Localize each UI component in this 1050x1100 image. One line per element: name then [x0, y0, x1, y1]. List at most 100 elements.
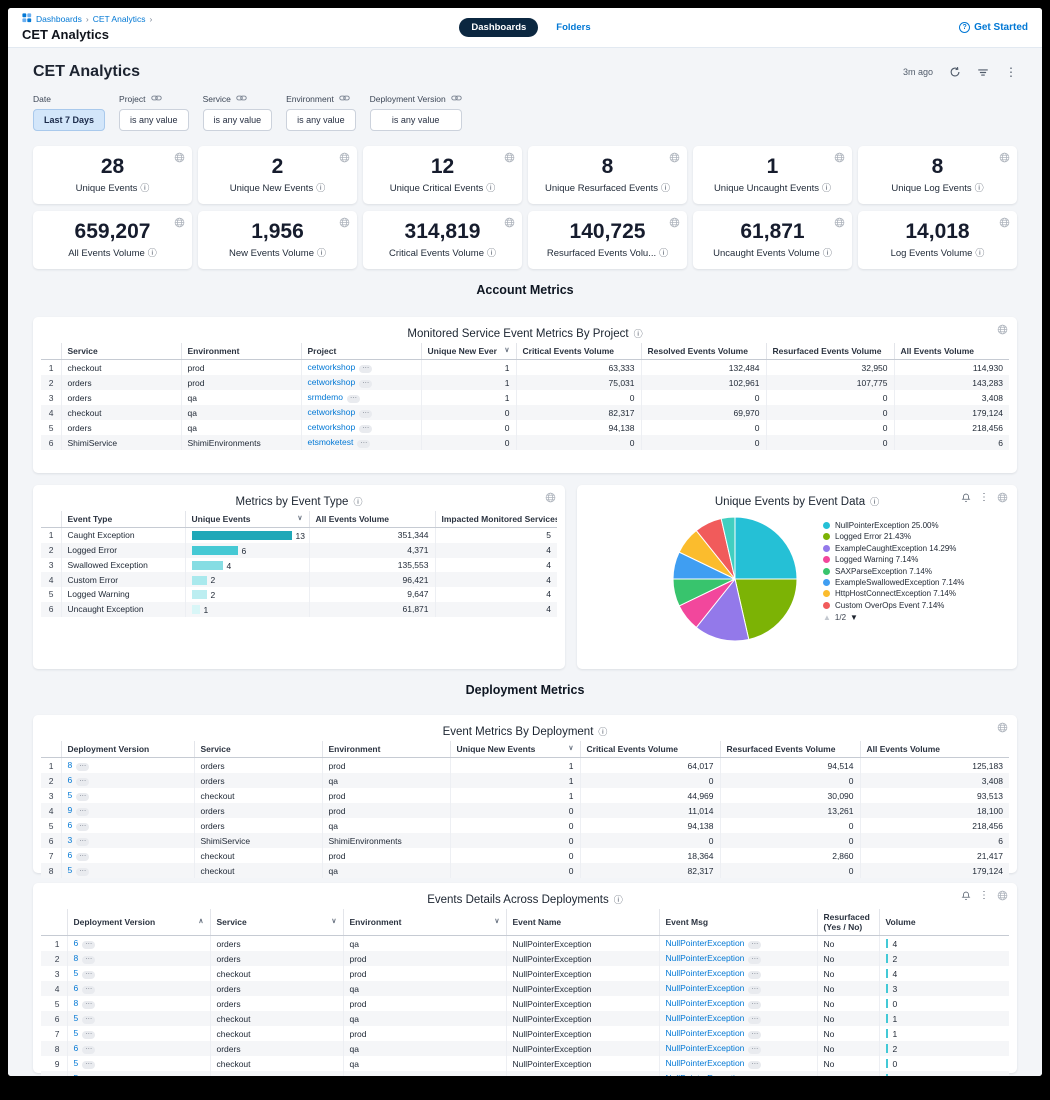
globe-icon[interactable] — [997, 890, 1008, 901]
cell-link[interactable]: etsmoketest — [308, 437, 354, 447]
cell-link[interactable]: NullPointerException — [666, 998, 745, 1008]
info-icon[interactable]: ⓘ — [975, 184, 984, 193]
column-header[interactable]: Project — [301, 343, 421, 360]
sort-down-icon[interactable]: ∨ — [297, 514, 302, 522]
cell-link[interactable]: cetworkshop — [308, 407, 356, 417]
more-dots-badge[interactable]: ⋯ — [748, 956, 761, 964]
cell-link[interactable]: 6 — [74, 983, 79, 993]
globe-icon[interactable] — [997, 722, 1008, 733]
more-dots-badge[interactable]: ⋯ — [76, 838, 89, 846]
more-dots-badge[interactable]: ⋯ — [359, 425, 372, 433]
more-dots-badge[interactable]: ⋯ — [82, 986, 95, 994]
sort-up-icon[interactable]: ∧ — [198, 917, 203, 925]
cell-link[interactable]: 5 — [68, 790, 73, 800]
cell-link[interactable]: 6 — [74, 1043, 79, 1053]
info-icon[interactable]: ⓘ — [317, 249, 326, 258]
cell-link[interactable]: NullPointerException — [666, 1013, 745, 1023]
cell-link[interactable]: NullPointerException — [666, 1073, 745, 1076]
more-dots-badge[interactable]: ⋯ — [748, 941, 761, 949]
column-header[interactable]: Critical Events Volume — [516, 343, 641, 360]
more-dots-badge[interactable]: ⋯ — [76, 823, 89, 831]
breadcrumb-item-cet-analytics[interactable]: CET Analytics — [93, 14, 146, 24]
pie-chart[interactable] — [669, 513, 801, 645]
cell-link[interactable]: NullPointerException — [666, 1043, 745, 1053]
cell-link[interactable]: NullPointerException — [666, 1058, 745, 1068]
cell-link[interactable]: 9 — [68, 805, 73, 815]
globe-icon[interactable] — [504, 152, 515, 163]
more-dots-badge[interactable]: ⋯ — [82, 1046, 95, 1054]
more-dots-badge[interactable]: ⋯ — [76, 793, 89, 801]
more-dots-badge[interactable]: ⋯ — [76, 853, 89, 861]
cell-link[interactable]: 8 — [74, 953, 79, 963]
sort-down-icon[interactable]: ∨ — [568, 744, 573, 752]
info-icon[interactable]: ⓘ — [487, 249, 496, 258]
cell-link[interactable]: NullPointerException — [666, 953, 745, 963]
column-header[interactable]: Unique New Events∨ — [450, 741, 580, 758]
tab-dashboards[interactable]: Dashboards — [459, 18, 538, 37]
filter-value[interactable]: is any value — [370, 109, 462, 131]
column-header[interactable]: Volume — [879, 909, 1009, 936]
legend-item[interactable]: Logged Error 21.43% — [823, 532, 979, 542]
filter-value[interactable]: is any value — [119, 109, 189, 131]
cell-link[interactable]: 8 — [74, 998, 79, 1008]
column-header[interactable]: Critical Events Volume — [580, 741, 720, 758]
cell-link[interactable]: 5 — [74, 1073, 79, 1076]
column-header[interactable]: Resurfaced(Yes / No) — [817, 909, 879, 936]
kebab-menu-icon[interactable]: ⋮ — [979, 493, 989, 503]
column-header[interactable]: Resurfaced Events Volume — [720, 741, 860, 758]
column-header[interactable]: All Events Volume — [894, 343, 1009, 360]
column-header[interactable]: Deployment Version — [61, 741, 194, 758]
globe-icon[interactable] — [174, 152, 185, 163]
cell-link[interactable]: 5 — [74, 1058, 79, 1068]
breadcrumb-item-dashboards[interactable]: Dashboards — [36, 14, 82, 24]
globe-icon[interactable] — [339, 217, 350, 228]
column-header[interactable]: Resolved Events Volume — [641, 343, 766, 360]
cell-link[interactable]: cetworkshop — [308, 362, 356, 372]
more-dots-badge[interactable]: ⋯ — [748, 1031, 761, 1039]
globe-icon[interactable] — [834, 152, 845, 163]
refresh-icon[interactable] — [949, 66, 961, 78]
more-dots-badge[interactable]: ⋯ — [82, 1001, 95, 1009]
cell-link[interactable]: NullPointerException — [666, 983, 745, 993]
bell-icon[interactable] — [961, 493, 971, 503]
info-icon[interactable]: ⓘ — [486, 184, 495, 193]
more-dots-badge[interactable]: ⋯ — [347, 395, 360, 403]
filter-icon[interactable] — [977, 67, 989, 78]
info-icon[interactable]: ⓘ — [661, 184, 670, 193]
filter-value[interactable]: is any value — [203, 109, 273, 131]
more-dots-badge[interactable]: ⋯ — [82, 1031, 95, 1039]
more-dots-badge[interactable]: ⋯ — [748, 1001, 761, 1009]
legend-item[interactable]: NullPointerException 25.00% — [823, 521, 979, 531]
info-icon[interactable]: ⓘ — [823, 249, 832, 258]
column-header[interactable]: Service — [61, 343, 181, 360]
info-icon[interactable]: ⓘ — [634, 330, 643, 339]
info-icon[interactable]: ⓘ — [659, 249, 668, 258]
column-header[interactable]: Environment — [181, 343, 301, 360]
more-dots-badge[interactable]: ⋯ — [748, 1061, 761, 1069]
column-header[interactable]: All Events Volume — [309, 511, 435, 528]
cell-link[interactable]: 8 — [68, 760, 73, 770]
globe-icon[interactable] — [504, 217, 515, 228]
legend-page-up-icon[interactable]: ▲ — [823, 614, 831, 622]
cell-link[interactable]: 5 — [68, 865, 73, 875]
column-header[interactable]: Unique New Ever∨ — [421, 343, 516, 360]
globe-icon[interactable] — [669, 152, 680, 163]
globe-icon[interactable] — [669, 217, 680, 228]
info-icon[interactable]: ⓘ — [598, 728, 607, 737]
info-icon[interactable]: ⓘ — [614, 896, 623, 905]
cell-link[interactable]: 3 — [68, 835, 73, 845]
legend-item[interactable]: Logged Warning 7.14% — [823, 555, 979, 565]
column-header[interactable]: Impacted Monitored Services — [435, 511, 557, 528]
legend-item[interactable]: Custom OverOps Event 7.14% — [823, 601, 979, 611]
more-dots-badge[interactable]: ⋯ — [359, 380, 372, 388]
kebab-menu-icon[interactable]: ⋮ — [979, 891, 989, 901]
pie-slice-nullpointerexception[interactable] — [735, 517, 797, 579]
cell-link[interactable]: 5 — [74, 968, 79, 978]
more-dots-badge[interactable]: ⋯ — [359, 365, 372, 373]
get-started-link[interactable]: ? Get Started — [959, 22, 1028, 33]
more-dots-badge[interactable]: ⋯ — [748, 1016, 761, 1024]
more-dots-badge[interactable]: ⋯ — [82, 971, 95, 979]
info-icon[interactable]: ⓘ — [148, 249, 157, 258]
cell-link[interactable]: cetworkshop — [308, 422, 356, 432]
filter-value[interactable]: is any value — [286, 109, 356, 131]
